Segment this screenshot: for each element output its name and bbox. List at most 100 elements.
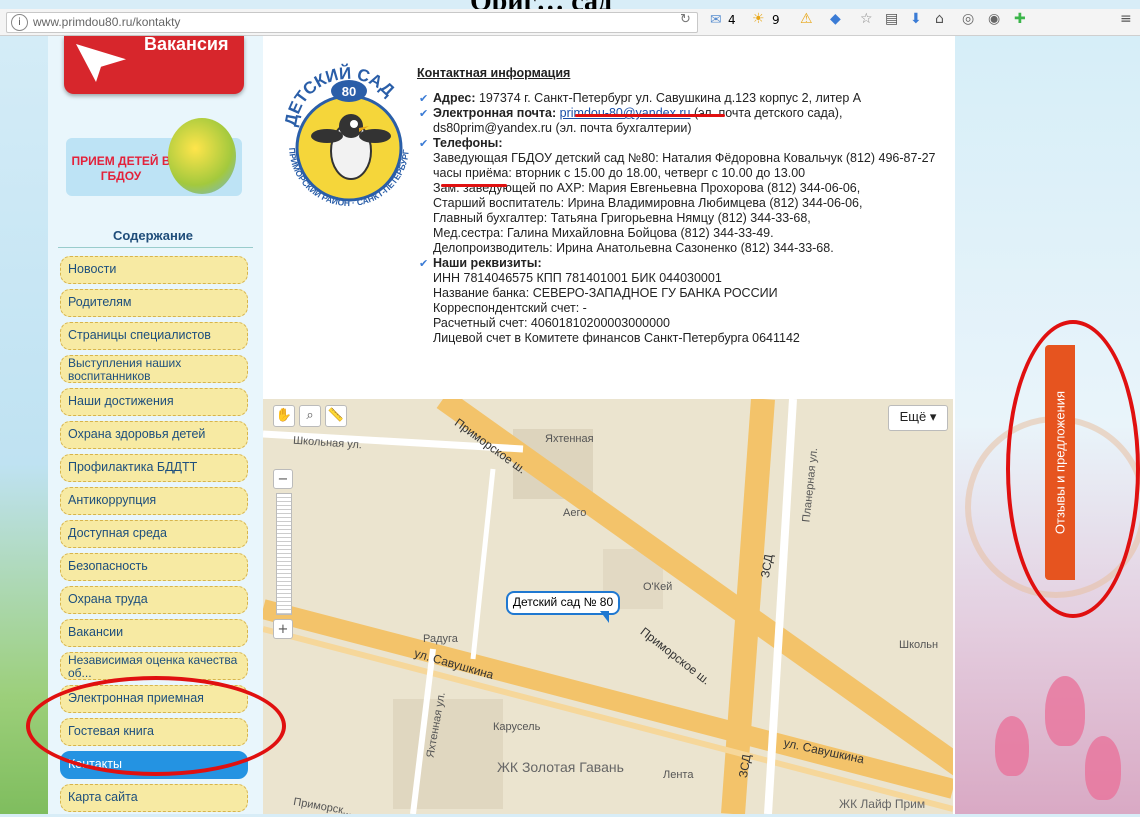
map-magnifier-tool-icon[interactable]: ⌕ [299, 405, 321, 427]
sidebar-item-label: Охрана труда [68, 592, 148, 606]
checkmark-icon: ✔ [419, 107, 429, 120]
annotation-underline [441, 184, 507, 187]
phone-line: Главный бухгалтер: Татьяна Григорьевна Н… [433, 211, 811, 225]
map-label: ЖК Лайф Прим [839, 797, 926, 811]
menu-divider [58, 247, 253, 248]
download-icon[interactable]: ⬇ [910, 11, 922, 27]
map-widget[interactable]: ✋ ⌕ 📏 Ещё ▾ − + Детский сад № 80 Школьна… [263, 399, 953, 814]
browser-toolbar: i www.primdou80.ru/kontakty ↻ ✉ 4 ☀ 9 ⚠ … [0, 9, 1140, 36]
home-icon[interactable]: ⌂ [935, 11, 944, 27]
sidebar-item-label: Выступления наших воспитанников [68, 356, 182, 383]
map-label: Аего [563, 507, 587, 519]
sidebar-item-label: Вакансии [68, 625, 124, 639]
map-more-button[interactable]: Ещё ▾ [888, 405, 948, 431]
sidebar-item-label: Страницы специалистов [68, 328, 211, 342]
map-ruler-tool-icon[interactable]: 📏 [325, 405, 347, 427]
url-text: www.primdou80.ru/kontakty [33, 15, 181, 29]
sidebar-item-health[interactable]: Охрана здоровья детей [60, 421, 248, 449]
email-link-main[interactable]: primdou-80@yandex.ru [560, 106, 691, 120]
map-label: О'Кей [643, 581, 673, 593]
butterfly-mascot-icon [168, 118, 236, 194]
map-label: Школьн [899, 639, 939, 651]
zoom-slider-track[interactable] [276, 493, 292, 615]
requisites-line: Лицевой счет в Комитете финансов Санкт-П… [433, 331, 800, 345]
mail-icon[interactable]: ✉ [710, 12, 722, 28]
phones-row: ✔ Телефоны: Заведующая ГБДОУ детский сад… [419, 136, 947, 256]
sidebar-item-news[interactable]: Новости [60, 256, 248, 284]
info-icon[interactable]: i [11, 14, 28, 31]
page-background-left [0, 36, 48, 814]
sidebar-item-specialists[interactable]: Страницы специалистов [60, 322, 248, 350]
annotation-circle [1006, 320, 1140, 618]
sidebar-item-label: Карта сайта [68, 790, 138, 804]
sidebar-item-vacancies[interactable]: Вакансии [60, 619, 248, 647]
sync-icon[interactable]: ◎ [962, 11, 974, 27]
address-row: ✔ Адрес: 197374 г. Санкт-Петербург ул. С… [419, 91, 947, 106]
sidebar-item-performances[interactable]: Выступления наших воспитанников [60, 355, 248, 383]
phones-label: Телефоны: [433, 136, 503, 150]
sidebar-item-anticorruption[interactable]: Антикоррупция [60, 487, 248, 515]
menu-title: Содержание [112, 228, 194, 243]
sidebar-item-label: Доступная среда [68, 526, 167, 540]
email-row: ✔ Электронная почта: primdou-80@yandex.r… [419, 106, 947, 136]
map-marker-kindergarten[interactable]: Детский сад № 80 [506, 591, 620, 623]
requisites-line: Название банка: СЕВЕРО-ЗАПАДНОЕ ГУ БАНКА… [433, 286, 778, 300]
map-label: Карусель [493, 721, 541, 733]
sidebar-item-achievements[interactable]: Наши достижения [60, 388, 248, 416]
annotation-circle [26, 676, 286, 776]
sidebar-item-sitemap[interactable]: Карта сайта [60, 784, 248, 812]
vacancy-banner[interactable]: Вакансия [64, 34, 244, 94]
requisites-line: Расчетный счет: 40601810200003000000 [433, 316, 670, 330]
penguin-eye-icon [350, 120, 358, 128]
requisites-row: ✔ Наши реквизиты: ИНН 7814046575 КПП 781… [419, 256, 947, 346]
sidebar-item-road-safety[interactable]: Профилактика БДДТТ [60, 454, 248, 482]
bookmark-star-icon[interactable]: ☆ [860, 11, 873, 27]
contact-info: Контактная информация ✔ Адрес: 197374 г.… [417, 66, 947, 346]
weather-icon[interactable]: ☀ [752, 11, 765, 27]
phone-line: Мед.сестра: Галина Михайловна Бойцова (8… [433, 226, 774, 240]
sidebar-item-label: Охрана здоровья детей [68, 427, 206, 441]
sidebar-item-label: Наши достижения [68, 394, 174, 408]
requisites-line: Корреспондентский счет: - [433, 301, 587, 315]
admission-banner-label: ПРИЕМ ДЕТЕЙ В ГБДОУ [71, 154, 171, 183]
kindergarten-logo: 80 ДЕТСКИЙ САД ПРИМОРСКИЙ РАЙОН · САНКТ-… [281, 64, 411, 208]
phone-line: Старший воспитатель: Ирина Владимировна … [433, 196, 863, 210]
map-drag-tool-icon[interactable]: ✋ [273, 405, 295, 427]
sidebar-item-label: Профилактика БДДТТ [68, 460, 198, 474]
menu-icon[interactable]: ≡ [1120, 11, 1132, 27]
sidebar-item-labor-safety[interactable]: Охрана труда [60, 586, 248, 614]
address-bar[interactable]: i www.primdou80.ru/kontakty [6, 12, 698, 33]
email-link-accounting[interactable]: ds80prim@yandex.ru [433, 121, 552, 135]
addon-icon[interactable]: ◉ [988, 11, 1000, 27]
checkmark-icon: ✔ [419, 92, 429, 105]
sidebar-item-security[interactable]: Безопасность [60, 553, 248, 581]
sidebar-item-label: Родителям [68, 295, 132, 309]
reload-icon[interactable]: ↻ [680, 12, 691, 27]
zoom-in-button[interactable]: + [273, 619, 293, 639]
map-zoom-control[interactable]: − + [273, 469, 293, 639]
logo-number: 80 [342, 84, 356, 99]
addon-green-icon[interactable]: ✚ [1014, 11, 1026, 27]
checkmark-icon: ✔ [419, 257, 429, 270]
sidebar-item-accessibility[interactable]: Доступная среда [60, 520, 248, 548]
map-label: ЖК Золотая Гавань [497, 759, 624, 775]
checkmark-icon: ✔ [419, 137, 429, 150]
penguin-wing-icon [311, 129, 343, 143]
phone-line: Делопроизводитель: Ирина Анатольевна Саз… [433, 241, 834, 255]
alert-icon[interactable]: ⚠ [800, 11, 813, 27]
tulip-decoration [995, 716, 1029, 776]
annotation-underline [575, 114, 725, 117]
extension-icon[interactable]: ◆ [830, 11, 841, 27]
sidebar-item-parents[interactable]: Родителям [60, 289, 248, 317]
mail-count: 4 [728, 13, 736, 27]
email-label: Электронная почта: [433, 106, 557, 120]
tulip-decoration [1045, 676, 1085, 746]
admission-banner[interactable]: ПРИЕМ ДЕТЕЙ В ГБДОУ [66, 118, 242, 196]
sidebar-item-label: Безопасность [68, 559, 148, 573]
weather-temp: 9 [772, 13, 780, 27]
zoom-out-button[interactable]: − [273, 469, 293, 489]
map-label: Лента [663, 769, 694, 781]
sidebar-item-label: Антикоррупция [68, 493, 157, 507]
contact-info-title: Контактная информация [417, 66, 571, 80]
bookmarks-icon[interactable]: ▤ [885, 11, 898, 27]
